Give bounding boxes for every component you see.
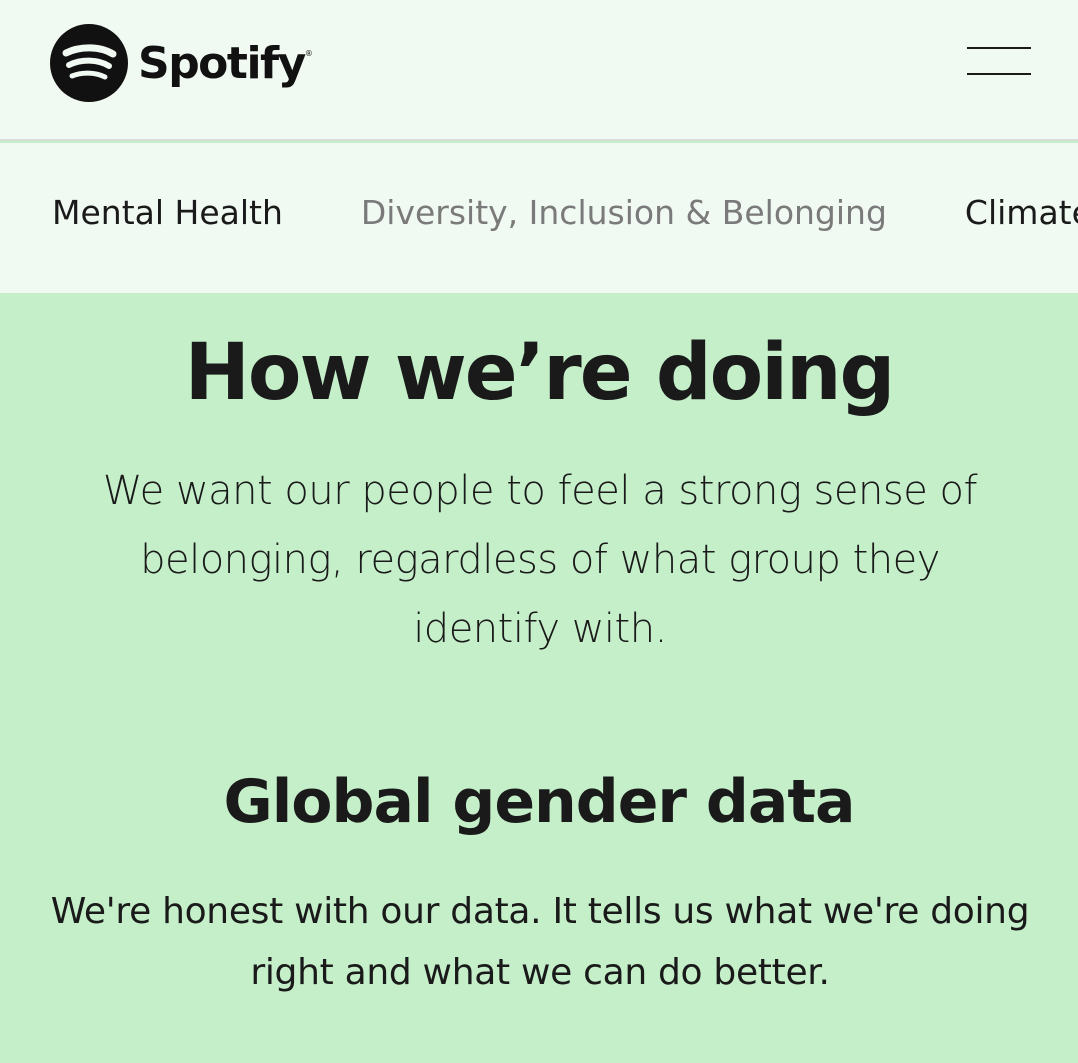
- topic-subnav: Mental Health Diversity, Inclusion & Bel…: [0, 143, 1078, 293]
- page-title: How we’re doing: [184, 328, 896, 418]
- menu-bar-top: [967, 47, 1031, 49]
- hamburger-menu-icon[interactable]: [962, 40, 1036, 82]
- menu-bar-bottom: [967, 73, 1031, 75]
- section-paragraph: We're honest with our data. It tells us …: [50, 891, 1030, 993]
- site-header: Spotify®: [0, 0, 1078, 141]
- main-content: How we’re doing We want our people to fe…: [0, 293, 1078, 1063]
- registered-mark: ®: [304, 49, 313, 58]
- intro-paragraph: We want our people to feel a strong sens…: [102, 468, 978, 652]
- brand-name: Spotify®: [138, 38, 313, 89]
- subnav-track: Mental Health Diversity, Inclusion & Bel…: [52, 193, 1078, 233]
- section-title: Global gender data: [223, 767, 855, 837]
- subnav-item-diversity[interactable]: Diversity, Inclusion & Belonging: [361, 193, 887, 233]
- subnav-item-climate[interactable]: Climate Action: [965, 193, 1078, 233]
- spotify-logo[interactable]: Spotify®: [50, 24, 313, 102]
- subnav-item-mental-health[interactable]: Mental Health: [52, 193, 283, 233]
- spotify-logo-icon: [50, 24, 128, 102]
